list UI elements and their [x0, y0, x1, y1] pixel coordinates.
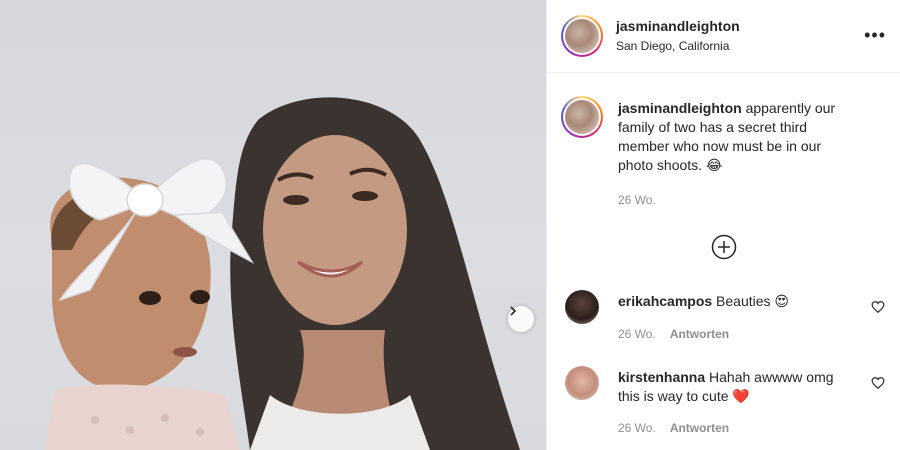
- caption-username[interactable]: jasminandleighton: [618, 100, 742, 116]
- commenter-avatar[interactable]: [565, 290, 599, 324]
- comment-username[interactable]: erikahcampos: [618, 293, 712, 309]
- heart-icon[interactable]: [871, 300, 885, 314]
- plus-circle-icon: [711, 234, 737, 264]
- post-sidebar: jasminandleighton San Diego, California …: [546, 0, 900, 450]
- more-options-icon[interactable]: •••: [864, 26, 886, 44]
- caption-text: jasminandleighton apparently our family …: [618, 99, 856, 175]
- comment-text: kirstenhanna Hahah awwww omg this is way…: [618, 368, 854, 406]
- comment-body: Beauties 😍: [712, 293, 790, 309]
- reply-button[interactable]: Antworten: [670, 327, 729, 341]
- comment-timestamp[interactable]: 26 Wo.: [618, 421, 656, 435]
- comment-meta: 26 Wo. Antworten: [618, 327, 743, 341]
- caption-timestamp[interactable]: 26 Wo.: [618, 193, 656, 207]
- comment-text: erikahcampos Beauties 😍: [618, 292, 854, 311]
- post-photo: [0, 0, 546, 450]
- comment-username[interactable]: kirstenhanna: [618, 369, 705, 385]
- load-more-comments-button[interactable]: [711, 234, 737, 260]
- post-location[interactable]: San Diego, California: [616, 39, 729, 53]
- post-header: jasminandleighton San Diego, California …: [547, 0, 900, 73]
- heart-icon[interactable]: [871, 376, 885, 390]
- author-avatar[interactable]: [561, 15, 603, 57]
- photo-illustration: [45, 97, 520, 450]
- comment-timestamp[interactable]: 26 Wo.: [618, 327, 656, 341]
- next-photo-button[interactable]: [508, 306, 534, 332]
- commenter-avatar[interactable]: [565, 366, 599, 400]
- caption-avatar[interactable]: [561, 96, 603, 138]
- comment-meta: 26 Wo. Antworten: [618, 421, 743, 435]
- reply-button[interactable]: Antworten: [670, 421, 729, 435]
- author-username[interactable]: jasminandleighton: [616, 18, 740, 34]
